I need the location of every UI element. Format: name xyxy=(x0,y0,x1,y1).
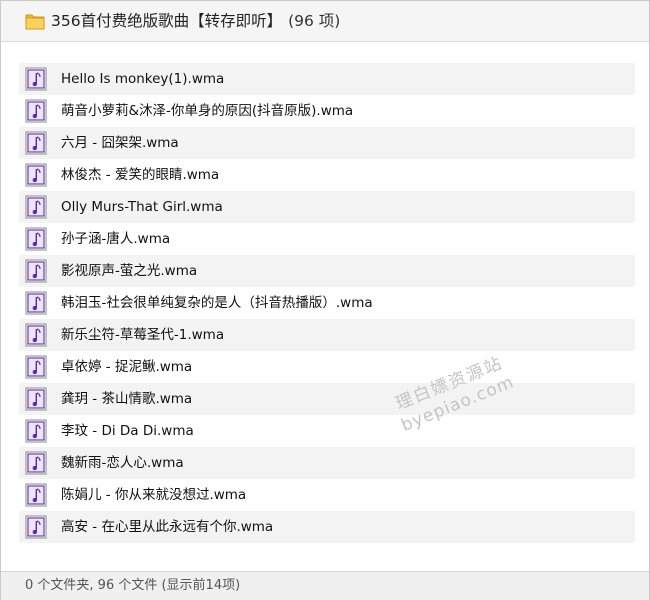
status-bar: 0 个文件夹, 96 个文件 (显示前14项) xyxy=(1,571,649,600)
audio-file-icon xyxy=(25,451,47,475)
file-name: 陈娟儿 - 你从来就没想过.wma xyxy=(61,487,247,503)
file-name: 李玟 - Di Da Di.wma xyxy=(61,423,194,439)
file-name: 孙子涵-唐人.wma xyxy=(61,231,171,247)
list-item[interactable]: 高安 - 在心里从此永远有个你.wma xyxy=(19,511,635,543)
status-text: 0 个文件夹, 96 个文件 (显示前14项) xyxy=(25,578,241,593)
item-count: (96 项) xyxy=(288,12,341,30)
file-name: 影视原声-萤之光.wma xyxy=(61,263,198,279)
list-item[interactable]: 影视原声-萤之光.wma xyxy=(19,255,635,287)
audio-file-icon xyxy=(25,419,47,443)
file-name: 龚玥 - 茶山情歌.wma xyxy=(61,391,193,407)
audio-file-icon xyxy=(25,387,47,411)
audio-file-icon xyxy=(25,323,47,347)
folder-icon xyxy=(25,14,45,30)
file-name: Olly Murs-That Girl.wma xyxy=(61,199,223,215)
list-item[interactable]: Hello Is monkey(1).wma xyxy=(19,63,635,95)
window-title: 356首付费绝版歌曲【转存即听】 (96 项) xyxy=(51,1,340,41)
file-name: Hello Is monkey(1).wma xyxy=(61,71,225,87)
list-item[interactable]: 林俊杰 - 爱笑的眼睛.wma xyxy=(19,159,635,191)
file-name: 萌音小萝莉&沐泽-你单身的原因(抖音原版).wma xyxy=(61,103,354,119)
audio-file-icon xyxy=(25,227,47,251)
list-item[interactable]: 卓依婷 - 捉泥鳅.wma xyxy=(19,351,635,383)
audio-file-icon xyxy=(25,483,47,507)
list-item[interactable]: 魏新雨-恋人心.wma xyxy=(19,447,635,479)
list-item[interactable]: 孙子涵-唐人.wma xyxy=(19,223,635,255)
folder-name: 356首付费绝版歌曲【转存即听】 xyxy=(51,12,283,30)
file-name: 韩泪玉-社会很单纯复杂的是人（抖音热播版）.wma xyxy=(61,295,373,311)
file-list: Hello Is monkey(1).wma 萌音小萝莉&沐泽-你单身的原因(抖音… xyxy=(19,63,635,543)
list-item[interactable]: Olly Murs-That Girl.wma xyxy=(19,191,635,223)
title-bar: 356首付费绝版歌曲【转存即听】 (96 项) xyxy=(1,1,649,42)
list-item[interactable]: 龚玥 - 茶山情歌.wma xyxy=(19,383,635,415)
file-name: 林俊杰 - 爱笑的眼睛.wma xyxy=(61,167,220,183)
file-name: 六月 - 囧架架.wma xyxy=(61,135,179,151)
file-name: 高安 - 在心里从此永远有个你.wma xyxy=(61,519,274,535)
audio-file-icon xyxy=(25,99,47,123)
audio-file-icon xyxy=(25,67,47,91)
audio-file-icon xyxy=(25,163,47,187)
file-name: 新乐尘符-草莓圣代-1.wma xyxy=(61,327,225,343)
audio-file-icon xyxy=(25,291,47,315)
file-list-window: 356首付费绝版歌曲【转存即听】 (96 项) Hello Is monkey(1… xyxy=(0,0,650,600)
list-item[interactable]: 李玟 - Di Da Di.wma xyxy=(19,415,635,447)
list-item[interactable]: 韩泪玉-社会很单纯复杂的是人（抖音热播版）.wma xyxy=(19,287,635,319)
list-item[interactable]: 陈娟儿 - 你从来就没想过.wma xyxy=(19,479,635,511)
file-name: 卓依婷 - 捉泥鳅.wma xyxy=(61,359,193,375)
audio-file-icon xyxy=(25,355,47,379)
audio-file-icon xyxy=(25,195,47,219)
audio-file-icon xyxy=(25,515,47,539)
file-name: 魏新雨-恋人心.wma xyxy=(61,455,184,471)
audio-file-icon xyxy=(25,259,47,283)
list-item[interactable]: 新乐尘符-草莓圣代-1.wma xyxy=(19,319,635,351)
list-item[interactable]: 萌音小萝莉&沐泽-你单身的原因(抖音原版).wma xyxy=(19,95,635,127)
list-item[interactable]: 六月 - 囧架架.wma xyxy=(19,127,635,159)
audio-file-icon xyxy=(25,131,47,155)
